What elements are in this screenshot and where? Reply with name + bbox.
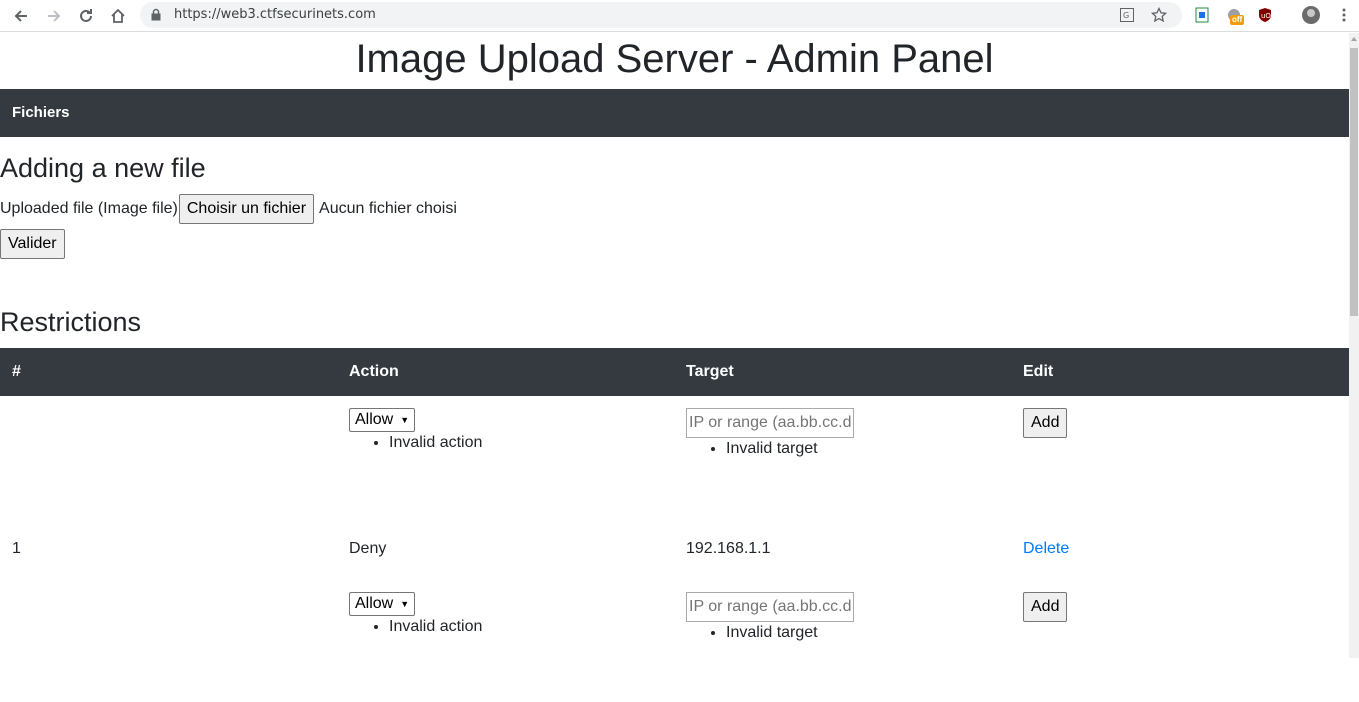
- add-button[interactable]: Add: [1023, 408, 1068, 438]
- star-icon[interactable]: [1149, 5, 1169, 25]
- action-select[interactable]: Allow ▼: [349, 408, 416, 432]
- action-error: Invalid action: [389, 617, 662, 637]
- target-error-list: Invalid target: [686, 439, 999, 459]
- dropdown-arrow-icon: ▼: [400, 415, 410, 425]
- action-error-list: Invalid action: [349, 617, 662, 637]
- table-cell: Delete: [1011, 530, 1349, 568]
- action-select-value: Allow: [355, 411, 394, 428]
- target-input[interactable]: [686, 408, 854, 438]
- extension-badge: off: [1230, 15, 1245, 25]
- vertical-scrollbar[interactable]: [1349, 33, 1359, 658]
- table-cell: Allow ▼ Invalid action: [337, 396, 674, 530]
- table-cell: Invalid target: [674, 568, 1011, 702]
- scrollbar-thumb[interactable]: [1350, 48, 1358, 316]
- back-arrow-icon[interactable]: [9, 4, 33, 28]
- nav-link-files[interactable]: Fichiers: [12, 104, 70, 121]
- table-cell: Allow ▼ Invalid action: [337, 568, 674, 702]
- upload-form-row: Uploaded file (Image file) Choisir un fi…: [0, 194, 457, 224]
- choose-file-button[interactable]: Choisir un fichier: [178, 194, 315, 224]
- target-error-list: Invalid target: [686, 623, 999, 643]
- table-cell: Add: [1011, 568, 1349, 702]
- add-restriction-row: Allow ▼ Invalid action Invalid target Ad…: [0, 396, 1349, 530]
- row-target: 192.168.1.1: [686, 540, 771, 557]
- restrictions-heading: Restrictions: [0, 307, 142, 337]
- reload-icon[interactable]: [74, 4, 98, 28]
- profile-avatar-icon[interactable]: [1301, 5, 1321, 25]
- url-text: https://web3.ctfsecurinets.com: [174, 7, 376, 22]
- svg-text:G: G: [1123, 11, 1129, 20]
- svg-text:uO: uO: [1261, 12, 1271, 20]
- add-restriction-row: Allow ▼ Invalid action Invalid target Ad…: [0, 568, 1349, 702]
- address-bar[interactable]: https://web3.ctfsecurinets.com G: [140, 2, 1182, 28]
- target-error: Invalid target: [726, 623, 999, 643]
- action-select-value: Allow: [355, 595, 394, 612]
- add-button[interactable]: Add: [1023, 592, 1068, 622]
- delete-link[interactable]: Delete: [1023, 540, 1069, 557]
- action-select[interactable]: Allow ▼: [349, 592, 416, 616]
- table-header-row: # Action Target Edit: [0, 348, 1349, 396]
- forward-arrow-icon[interactable]: [42, 4, 66, 28]
- browser-toolbar: https://web3.ctfsecurinets.com G off uO: [0, 0, 1359, 32]
- table-row: 1 Deny 192.168.1.1 Delete: [0, 530, 1349, 568]
- target-input[interactable]: [686, 592, 854, 622]
- page-title: Image Upload Server - Admin Panel: [355, 37, 994, 81]
- translate-icon[interactable]: G: [1117, 5, 1137, 25]
- page-content: Image Upload Server - Admin Panel Fichie…: [0, 33, 1349, 658]
- extension-icon[interactable]: [1192, 5, 1212, 25]
- table-cell: Invalid target: [674, 396, 1011, 530]
- restrictions-table: # Action Target Edit Allow ▼ Invalid act…: [0, 348, 1349, 702]
- action-error-list: Invalid action: [349, 433, 662, 453]
- column-header-edit: Edit: [1023, 363, 1054, 380]
- row-id: 1: [12, 540, 21, 557]
- column-header-action: Action: [349, 363, 399, 380]
- top-navbar: Fichiers: [0, 89, 1349, 137]
- upload-field-label: Uploaded file (Image file): [0, 200, 178, 217]
- home-icon[interactable]: [106, 4, 130, 28]
- action-error: Invalid action: [389, 433, 662, 453]
- table-cell: [0, 568, 337, 702]
- menu-dots-icon[interactable]: [1334, 5, 1354, 25]
- scroll-up-icon[interactable]: [1351, 37, 1357, 41]
- no-file-status: Aucun fichier choisi: [319, 200, 457, 217]
- row-action: Deny: [349, 540, 387, 557]
- extension-icon[interactable]: uO: [1255, 5, 1275, 25]
- table-cell: [0, 396, 337, 530]
- dropdown-arrow-icon: ▼: [400, 599, 410, 609]
- upload-heading: Adding a new file: [0, 153, 206, 183]
- lock-icon: [151, 8, 161, 26]
- target-error: Invalid target: [726, 439, 999, 459]
- column-header-number: #: [12, 363, 21, 380]
- submit-button[interactable]: Valider: [0, 229, 65, 259]
- table-cell: Add: [1011, 396, 1349, 530]
- column-header-target: Target: [686, 363, 734, 380]
